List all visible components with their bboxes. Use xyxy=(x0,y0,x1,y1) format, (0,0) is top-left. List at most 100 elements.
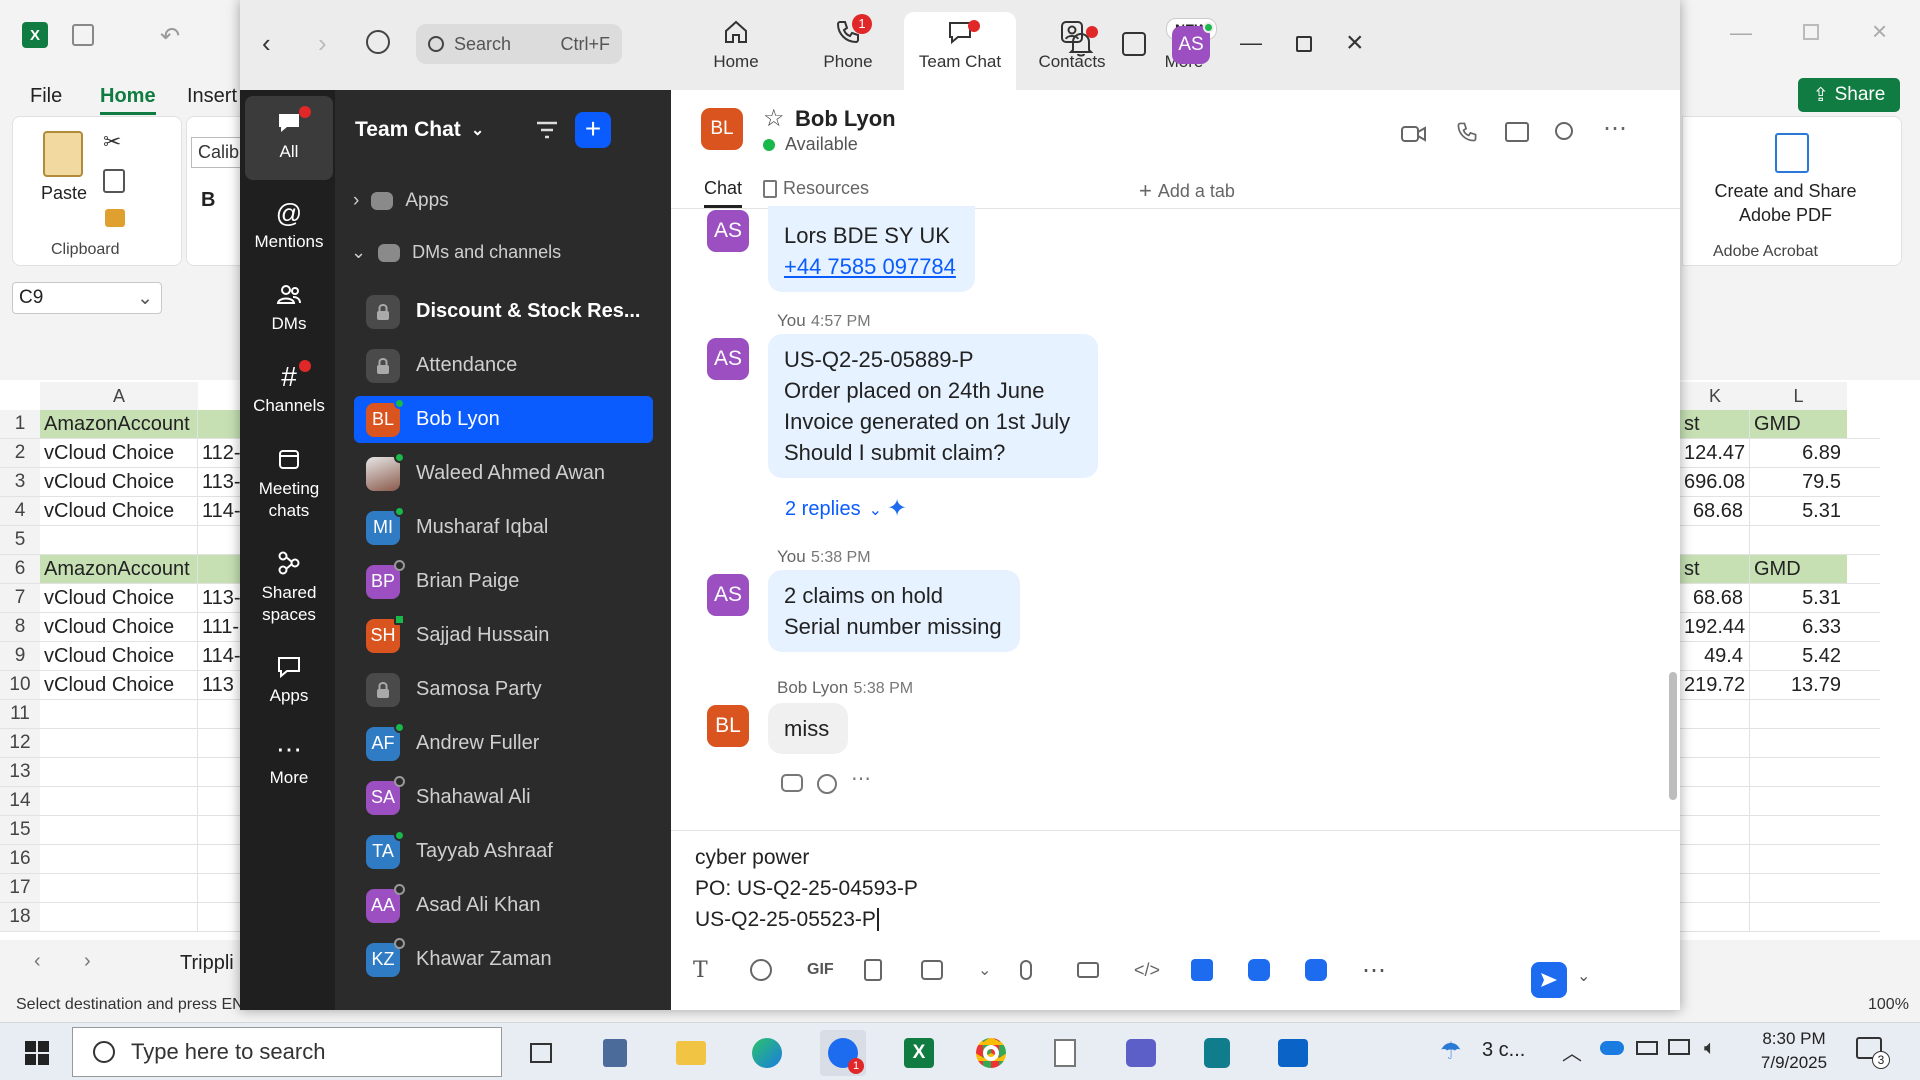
message-bubble[interactable]: 2 claims on hold Serial number missing xyxy=(768,570,1020,652)
sheet-tab[interactable]: Trippli xyxy=(180,952,234,975)
message-bubble[interactable]: miss xyxy=(768,703,848,754)
rail-channels[interactable]: # Channels xyxy=(245,350,333,430)
cell-A[interactable] xyxy=(40,729,198,757)
cell-K[interactable]: 696.08 xyxy=(1680,468,1750,496)
cell-B[interactable]: 113 xyxy=(198,671,240,699)
column-header-A[interactable]: A xyxy=(40,382,198,410)
app-icon-blue-1[interactable] xyxy=(1191,959,1248,981)
cell-L[interactable]: 79.5 xyxy=(1750,468,1847,496)
cell-A[interactable]: vCloud Choice xyxy=(40,439,198,467)
volume-icon[interactable]: 🔈︎ xyxy=(1704,1037,1716,1060)
nav-team-chat[interactable]: Team Chat xyxy=(904,12,1016,90)
menu-home[interactable]: Home xyxy=(100,85,156,115)
window-minimize-icon[interactable]: — xyxy=(1730,20,1752,46)
ai-summary-icon[interactable]: ✦ xyxy=(887,494,907,523)
task-view-icon[interactable] xyxy=(518,1030,564,1076)
add-tab-button[interactable]: + Add a tab xyxy=(1139,178,1235,204)
cell-K[interactable]: 219.72 xyxy=(1680,671,1750,699)
cell-K[interactable]: st xyxy=(1680,410,1750,438)
cell-L[interactable] xyxy=(1750,526,1847,554)
minimize-icon[interactable]: — xyxy=(1240,30,1262,56)
cell-A[interactable] xyxy=(40,845,198,873)
chat-list-item[interactable]: BL Bob Lyon xyxy=(354,396,653,443)
chat-list-item[interactable]: Discount & Stock Res... xyxy=(354,288,653,335)
message-avatar[interactable]: AS xyxy=(707,338,749,380)
apps-section[interactable]: › Apps xyxy=(353,190,449,212)
replies-link[interactable]: 2 replies ⌄ xyxy=(785,498,882,521)
notepad-icon[interactable] xyxy=(1042,1030,1088,1076)
cell-K[interactable]: 192.44 xyxy=(1680,613,1750,641)
maximize-icon[interactable] xyxy=(1296,36,1312,52)
back-icon[interactable]: ‹ xyxy=(262,28,271,59)
cell-A[interactable]: vCloud Choice xyxy=(40,497,198,525)
dms-channels-section[interactable]: ⌄ DMs and channels xyxy=(351,242,561,263)
code-snippet-icon[interactable]: </> xyxy=(1134,960,1191,981)
row-number[interactable]: 5 xyxy=(0,526,40,554)
file-icon[interactable] xyxy=(864,959,921,981)
cell-K[interactable] xyxy=(1680,903,1750,931)
rail-all[interactable]: All xyxy=(245,96,333,180)
cell-L[interactable] xyxy=(1750,903,1847,931)
column-header-L[interactable]: L xyxy=(1750,382,1847,410)
row-number[interactable]: 6 xyxy=(0,555,40,583)
cell-A[interactable]: vCloud Choice xyxy=(40,671,198,699)
cell-A[interactable] xyxy=(40,903,198,931)
chat-scrollbar-thumb[interactable] xyxy=(1669,672,1677,800)
chat-list-item[interactable]: Samosa Party xyxy=(354,666,653,713)
cell-B[interactable]: 114- xyxy=(198,497,240,525)
text-format-icon[interactable]: T xyxy=(693,958,750,983)
excel-app-icon[interactable]: X xyxy=(896,1030,942,1076)
chat-list-item[interactable]: BP Brian Paige xyxy=(354,558,653,605)
row-number[interactable]: 15 xyxy=(0,816,40,844)
row-number[interactable]: 10 xyxy=(0,671,40,699)
cell-A[interactable]: AmazonAccount xyxy=(40,555,198,583)
cell-K[interactable]: 68.68 xyxy=(1680,497,1750,525)
sway-icon[interactable] xyxy=(1194,1030,1240,1076)
chat-list-item[interactable]: MI Musharaf Iqbal xyxy=(354,504,653,551)
cell-K[interactable]: 49.4 xyxy=(1680,642,1750,670)
zoom-app-icon[interactable]: 1 xyxy=(820,1030,866,1076)
cell-K[interactable]: 68.68 xyxy=(1680,584,1750,612)
phone-call-icon[interactable] xyxy=(1455,120,1479,144)
cell-L[interactable]: 6.33 xyxy=(1750,613,1847,641)
cell-A[interactable]: vCloud Choice xyxy=(40,613,198,641)
chat-list-item[interactable]: TA Tayyab Ashraaf xyxy=(354,828,653,875)
cell-A[interactable] xyxy=(40,700,198,728)
video-call-icon[interactable] xyxy=(1401,124,1427,144)
app-icon-blue-2[interactable] xyxy=(1248,959,1305,981)
cell-L[interactable]: 5.31 xyxy=(1750,497,1847,525)
user-avatar[interactable]: AS xyxy=(1172,22,1214,64)
clock[interactable]: 8:30 PM 7/9/2025 xyxy=(1748,1027,1840,1075)
cell-K[interactable] xyxy=(1680,874,1750,902)
emoji-icon[interactable] xyxy=(750,959,807,981)
team-chat-header[interactable]: Team Chat ⌄ xyxy=(355,118,484,142)
row-number[interactable]: 16 xyxy=(0,845,40,873)
rail-mentions[interactable]: @ Mentions xyxy=(245,186,333,266)
message-avatar[interactable]: AS xyxy=(707,574,749,616)
row-number[interactable]: 9 xyxy=(0,642,40,670)
video-message-icon[interactable] xyxy=(1077,962,1134,978)
paste-icon[interactable] xyxy=(43,131,83,177)
chat-list-item[interactable]: SA Shahawal Ali xyxy=(354,774,653,821)
battery-icon[interactable] xyxy=(1636,1041,1658,1055)
cell-B[interactable] xyxy=(198,787,240,815)
message-composer[interactable]: cyber power PO: US-Q2-25-04593-P US-Q2-2… xyxy=(695,842,1635,938)
column-header-K[interactable]: K xyxy=(1680,382,1750,410)
search-chat-icon[interactable] xyxy=(1555,122,1573,140)
forward-icon[interactable]: › xyxy=(318,28,327,59)
row-number[interactable]: 18 xyxy=(0,903,40,931)
notification-center-icon[interactable]: 3 xyxy=(1856,1037,1890,1069)
cell-A[interactable] xyxy=(40,787,198,815)
cell-B[interactable] xyxy=(198,874,240,902)
cell-B[interactable]: 112- xyxy=(198,439,240,467)
cell-A[interactable] xyxy=(40,874,198,902)
send-options-icon[interactable]: ⌄ xyxy=(1577,966,1590,986)
cell-B[interactable] xyxy=(198,816,240,844)
cell-B[interactable]: 114- xyxy=(198,642,240,670)
calculator-icon[interactable] xyxy=(592,1030,638,1076)
menu-insert[interactable]: Insert xyxy=(187,85,237,108)
cell-L[interactable]: GMD xyxy=(1750,410,1847,438)
sheet-prev-icon[interactable]: ‹ xyxy=(34,950,41,973)
message-avatar[interactable]: BL xyxy=(707,705,749,747)
share-button[interactable]: ⇪ Share xyxy=(1798,78,1900,112)
